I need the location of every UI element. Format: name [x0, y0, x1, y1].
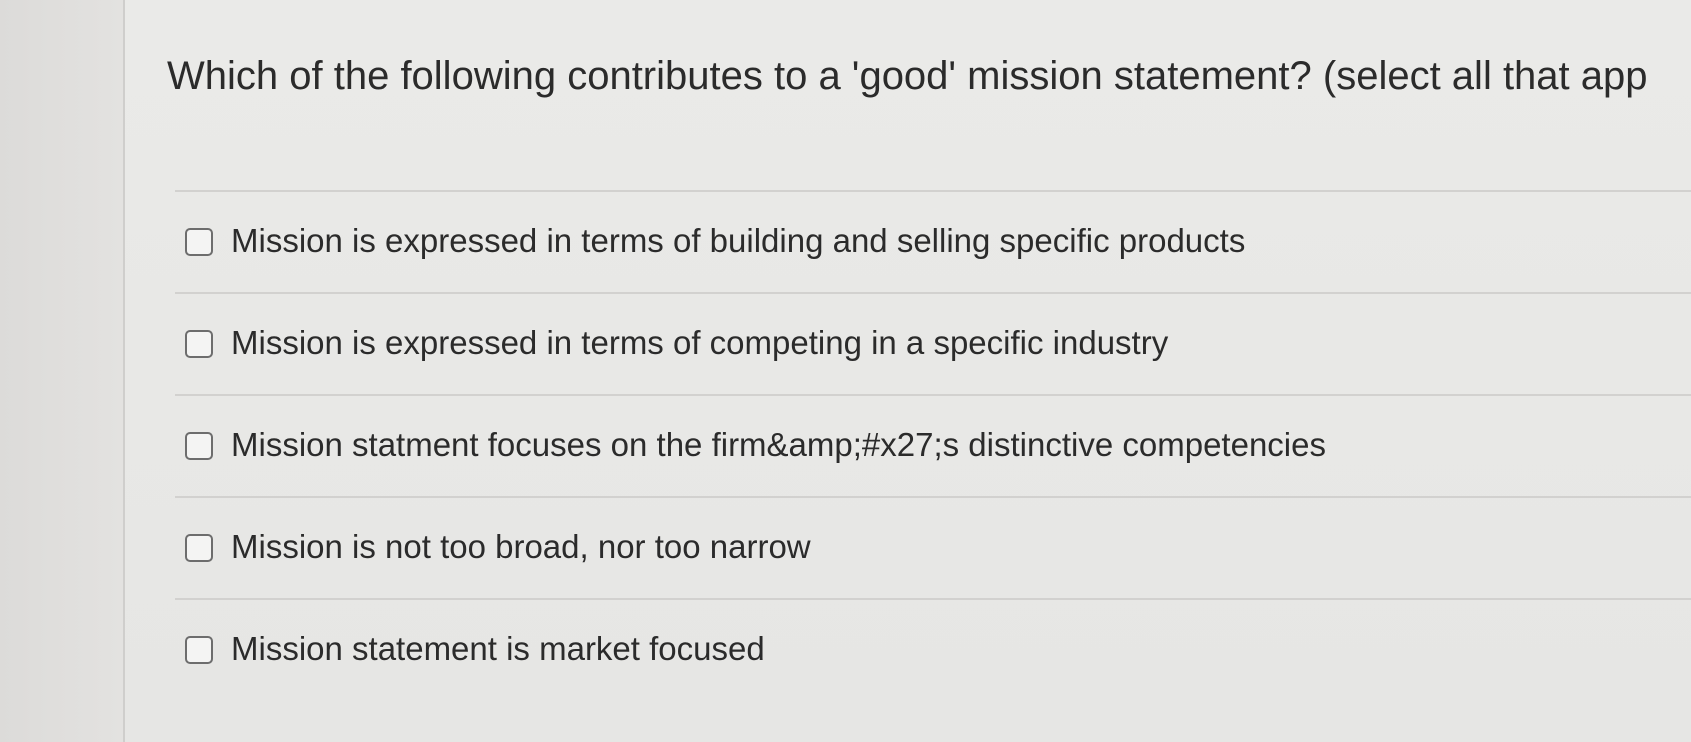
answer-option-3[interactable]: Mission statment focuses on the firm&amp… — [175, 394, 1691, 496]
option-label-1[interactable]: Mission is expressed in terms of buildin… — [231, 218, 1245, 264]
answer-option-5[interactable]: Mission statement is market focused — [175, 598, 1691, 700]
answer-option-1[interactable]: Mission is expressed in terms of buildin… — [175, 190, 1691, 292]
checkbox-option-4[interactable] — [185, 534, 213, 562]
answer-option-2[interactable]: Mission is expressed in terms of competi… — [175, 292, 1691, 394]
left-sidebar — [0, 0, 125, 742]
option-label-2[interactable]: Mission is expressed in terms of competi… — [231, 320, 1168, 366]
option-label-3[interactable]: Mission statment focuses on the firm&amp… — [231, 422, 1326, 468]
question-panel: Which of the following contributes to a … — [125, 0, 1691, 742]
question-text: Which of the following contributes to a … — [167, 54, 1648, 98]
checkbox-option-2[interactable] — [185, 330, 213, 358]
checkbox-option-5[interactable] — [185, 636, 213, 664]
option-label-5[interactable]: Mission statement is market focused — [231, 626, 765, 672]
answer-option-4[interactable]: Mission is not too broad, nor too narrow — [175, 496, 1691, 598]
checkbox-option-3[interactable] — [185, 432, 213, 460]
checkbox-option-1[interactable] — [185, 228, 213, 256]
option-label-4[interactable]: Mission is not too broad, nor too narrow — [231, 524, 811, 570]
answer-options: Mission is expressed in terms of buildin… — [175, 190, 1691, 700]
